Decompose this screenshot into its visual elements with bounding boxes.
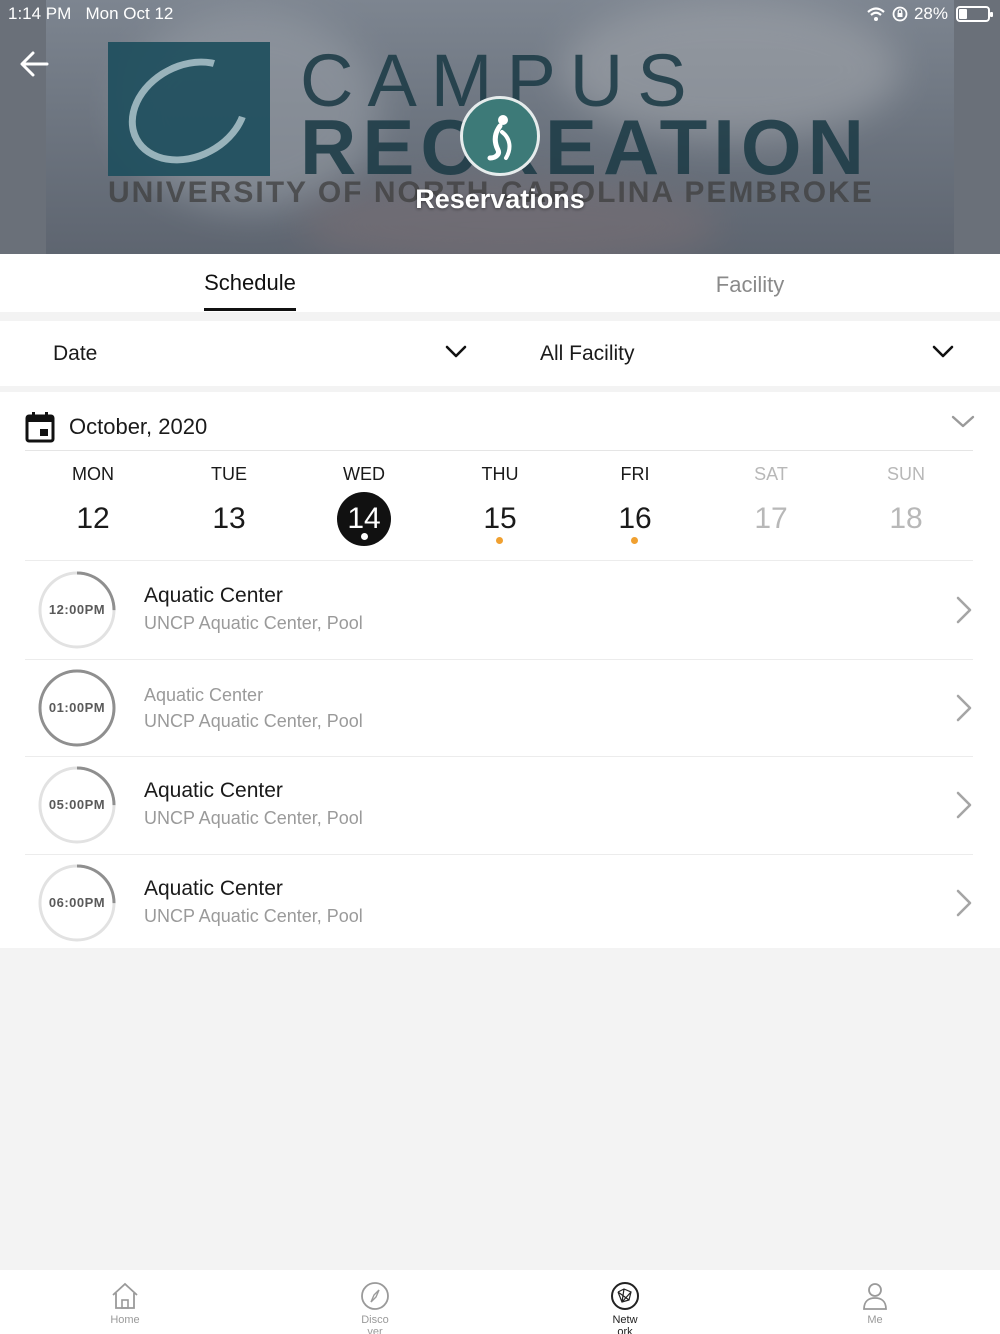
chevron-right-icon bbox=[956, 889, 972, 916]
day-name: MON bbox=[72, 464, 114, 484]
logo-mark bbox=[108, 38, 270, 184]
nav-label: Me bbox=[867, 1314, 883, 1326]
divider bbox=[25, 560, 973, 561]
session-time: 12:00PM bbox=[48, 602, 106, 617]
session-name: Aquatic Center bbox=[144, 876, 283, 900]
calendar-day[interactable]: MON 12 bbox=[25, 462, 161, 558]
session-location: UNCP Aquatic Center, Pool bbox=[144, 905, 363, 926]
network-icon bbox=[611, 1282, 639, 1310]
page-title: Reservations bbox=[415, 184, 585, 214]
day-number: 18 bbox=[889, 502, 923, 535]
calendar-day[interactable]: THU 15 bbox=[432, 462, 568, 558]
tab-bar: Schedule Facility bbox=[0, 254, 1000, 312]
arrow-left-icon bbox=[20, 51, 49, 77]
tab-facility[interactable]: Facility bbox=[650, 256, 850, 314]
chevron-down-icon bbox=[951, 415, 975, 428]
session-row[interactable]: 06:00PM Aquatic Center UNCP Aquatic Cent… bbox=[25, 855, 973, 953]
day-name: WED bbox=[343, 464, 385, 484]
status-clock: 1:14 PM bbox=[8, 4, 72, 23]
nav-me[interactable]: Me bbox=[825, 1270, 925, 1334]
home-icon bbox=[112, 1282, 138, 1309]
calendar-header: October, 2020 bbox=[25, 404, 975, 450]
status-date: Mon Oct 12 bbox=[85, 4, 174, 23]
session-time: 05:00PM bbox=[48, 797, 106, 812]
calendar-icon bbox=[25, 412, 55, 443]
nav-discover[interactable]: Disco ver bbox=[325, 1270, 425, 1334]
event-indicator-dot bbox=[631, 537, 638, 544]
day-number: 13 bbox=[212, 502, 246, 535]
time-ring: 06:00PM bbox=[37, 863, 117, 943]
filter-bar: Date All Facility bbox=[0, 321, 1000, 386]
banner-edge bbox=[0, 0, 46, 254]
battery-percent: 28% bbox=[913, 4, 948, 23]
session-name: Aquatic Center bbox=[144, 584, 283, 607]
calendar-expand-button[interactable] bbox=[951, 414, 975, 435]
day-number: 12 bbox=[76, 502, 110, 535]
status-bar: 1:14 PM Mon Oct 12 28% bbox=[0, 0, 1000, 28]
session-list: 12:00PM Aquatic Center UNCP Aquatic Cent… bbox=[25, 562, 973, 952]
chevron-down-icon bbox=[932, 345, 954, 358]
day-name: FRI bbox=[620, 464, 650, 484]
day-number: 17 bbox=[754, 502, 788, 535]
day-number: 14 bbox=[337, 492, 391, 546]
time-ring: 12:00PM bbox=[37, 570, 117, 650]
date-filter-label: Date bbox=[53, 341, 98, 365]
active-tab-indicator bbox=[204, 308, 296, 311]
time-ring: 05:00PM bbox=[37, 765, 117, 845]
calendar-day[interactable]: SAT 17 bbox=[703, 462, 839, 558]
week-strip: MON 12 TUE 13 WED 14 THU 15 FRI 16 SAT 1… bbox=[25, 462, 973, 558]
chevron-right-icon bbox=[956, 596, 972, 624]
tab-label: Facility bbox=[715, 272, 785, 297]
schedule-panel: October, 2020 MON 12 TUE 13 WED 14 THU 1… bbox=[0, 392, 1000, 948]
session-row[interactable]: 05:00PM Aquatic Center UNCP Aquatic Cent… bbox=[25, 757, 973, 855]
session-time: 01:00PM bbox=[48, 699, 106, 715]
tab-schedule[interactable]: Schedule bbox=[150, 254, 350, 312]
calendar-day[interactable]: SUN 18 bbox=[838, 462, 974, 558]
facility-filter-dropdown[interactable]: All Facility bbox=[540, 321, 960, 386]
person-icon bbox=[863, 1283, 887, 1310]
status-time: 1:14 PM Mon Oct 12 bbox=[8, 4, 173, 24]
back-button[interactable] bbox=[14, 46, 54, 82]
date-filter-dropdown[interactable]: Date bbox=[53, 321, 473, 386]
banner-edge bbox=[954, 0, 1000, 254]
battery-icon bbox=[956, 6, 993, 22]
session-name: Aquatic Center bbox=[144, 684, 264, 705]
chevron-down-icon bbox=[445, 345, 467, 358]
wifi-icon bbox=[867, 7, 885, 21]
day-name: SUN bbox=[886, 464, 925, 484]
session-row[interactable]: 12:00PM Aquatic Center UNCP Aquatic Cent… bbox=[25, 562, 973, 660]
session-location: UNCP Aquatic Center, Pool bbox=[144, 808, 363, 828]
calendar-day[interactable]: TUE 13 bbox=[161, 462, 297, 558]
bottom-tab-bar: Home Disco ver Netw ork Me bbox=[0, 1270, 1000, 1334]
event-indicator-dot bbox=[496, 537, 503, 544]
session-name: Aquatic Center bbox=[144, 779, 283, 802]
divider bbox=[25, 450, 973, 451]
nav-network[interactable]: Netw ork bbox=[575, 1270, 675, 1334]
nav-label: Home bbox=[110, 1314, 140, 1326]
orientation-lock-icon bbox=[892, 6, 908, 22]
session-row[interactable]: 01:00PM Aquatic Center UNCP Aquatic Cent… bbox=[25, 660, 973, 757]
nav-label: Disco ver bbox=[361, 1314, 389, 1334]
nav-home[interactable]: Home bbox=[75, 1270, 175, 1334]
header-banner: CAMPUS RECREATION UNIVERSITY OF NORTH CA… bbox=[0, 0, 1000, 254]
day-name: SAT bbox=[754, 464, 788, 484]
session-location: UNCP Aquatic Center, Pool bbox=[144, 613, 363, 633]
nav-label: Netw ork bbox=[612, 1314, 638, 1334]
calendar-day-selected[interactable]: WED 14 bbox=[296, 462, 432, 558]
facility-filter-label: All Facility bbox=[540, 341, 635, 365]
app-emblem-icon bbox=[460, 96, 540, 176]
calendar-day[interactable]: FRI 16 bbox=[567, 462, 703, 558]
day-name: THU bbox=[481, 464, 519, 484]
day-name: TUE bbox=[211, 464, 247, 484]
time-ring: 01:00PM bbox=[37, 668, 117, 748]
compass-icon bbox=[361, 1282, 389, 1310]
chevron-right-icon bbox=[956, 694, 972, 721]
session-time: 06:00PM bbox=[48, 894, 106, 910]
session-location: UNCP Aquatic Center, Pool bbox=[144, 710, 363, 731]
chevron-right-icon bbox=[956, 791, 972, 819]
tab-label: Schedule bbox=[204, 270, 296, 295]
calendar-month-label: October, 2020 bbox=[69, 414, 208, 439]
